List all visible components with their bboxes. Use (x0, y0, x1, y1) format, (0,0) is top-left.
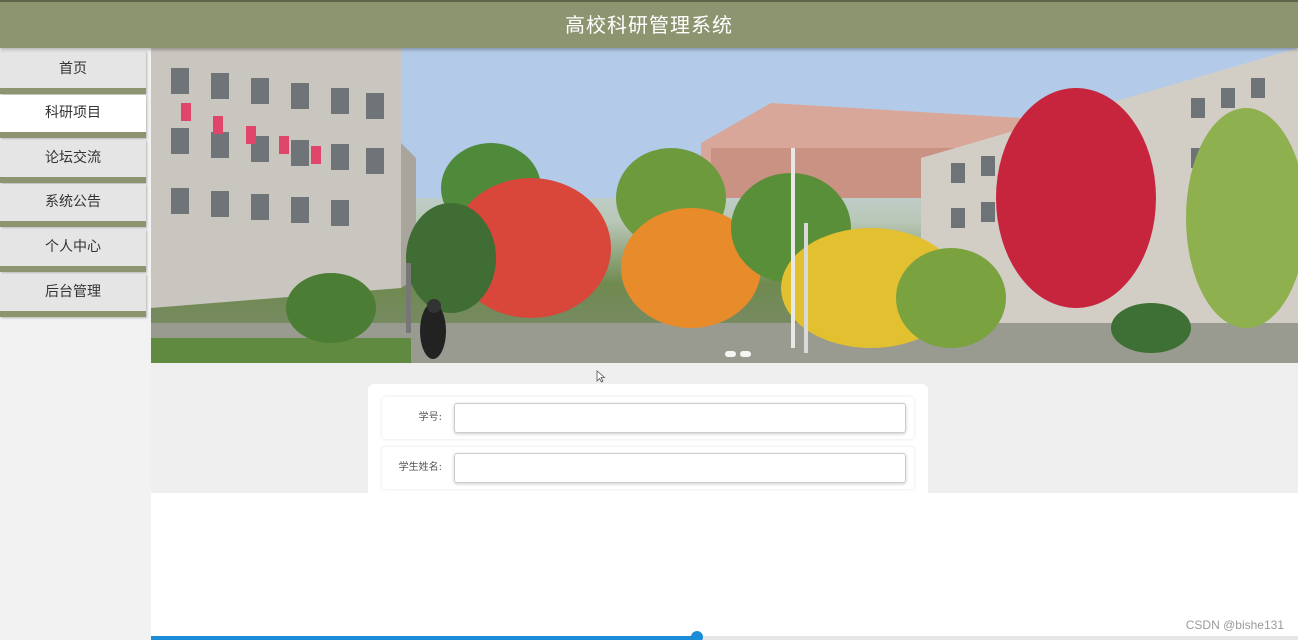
sidebar-item-home[interactable]: 首页 (0, 51, 146, 94)
form-row-student-id: 学号: (382, 397, 914, 439)
sidebar-item-label: 科研项目 (45, 105, 101, 121)
student-id-label: 学号: (418, 412, 442, 423)
student-id-input[interactable] (454, 403, 906, 433)
student-name-input[interactable] (454, 453, 906, 483)
sidebar-item-label: 后台管理 (45, 284, 101, 300)
carousel-indicators[interactable] (725, 342, 755, 361)
carousel-dot[interactable] (740, 351, 751, 357)
sidebar-item-label: 个人中心 (45, 239, 101, 255)
page-title: 高校科研管理系统 (565, 13, 733, 37)
header-bar: 高校科研管理系统 (0, 0, 1298, 48)
sidebar-item-label: 论坛交流 (45, 150, 101, 166)
banner-carousel[interactable] (151, 48, 1298, 363)
sidebar-item-label: 系统公告 (45, 194, 101, 210)
sidebar-item-admin[interactable]: 后台管理 (0, 274, 146, 317)
campus-photo (151, 48, 1298, 363)
form-row-student-name: 学生姓名: (382, 447, 914, 489)
carousel-dot[interactable] (725, 351, 736, 357)
search-form: 学号: 学生姓名: (368, 384, 928, 493)
student-name-label: 学生姓名: (398, 462, 442, 473)
progress-handle[interactable] (691, 631, 704, 640)
watermark: CSDN @bishe131 (1185, 618, 1284, 632)
sidebar: 首页 科研项目 论坛交流 系统公告 个人中心 后台管理 (0, 48, 151, 640)
sidebar-item-personal-center[interactable]: 个人中心 (0, 229, 146, 272)
video-progress-bar[interactable] (0, 631, 1298, 640)
sidebar-item-label: 首页 (59, 61, 87, 77)
sidebar-item-research-projects[interactable]: 科研项目 (0, 95, 146, 138)
mouse-cursor-icon (596, 370, 606, 383)
sidebar-item-forum[interactable]: 论坛交流 (0, 140, 146, 183)
sidebar-item-announcements[interactable]: 系统公告 (0, 184, 146, 227)
app-window: 高校科研管理系统 首页 科研项目 论坛交流 系统公告 个人中心 后台管理 学号:… (0, 0, 1298, 640)
